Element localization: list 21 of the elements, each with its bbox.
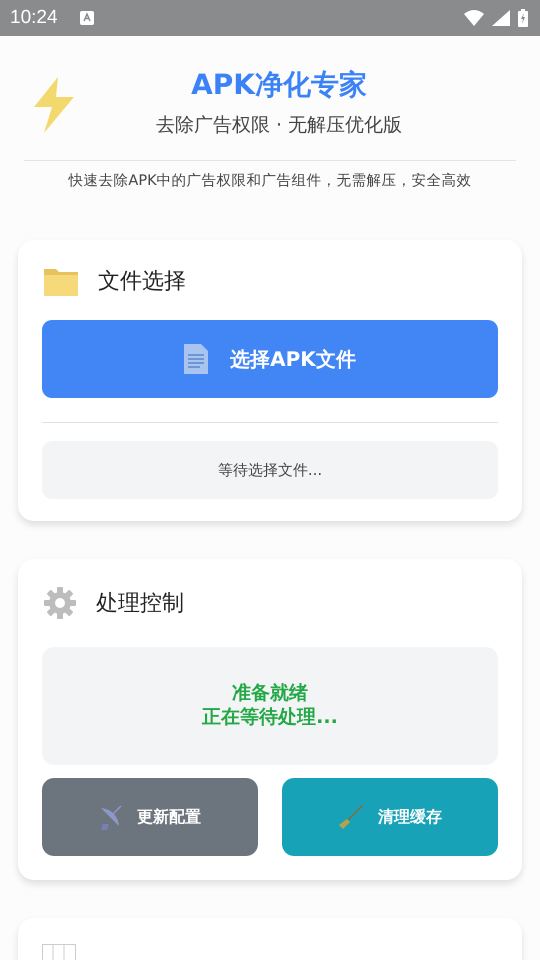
app-description: 快速去除APK中的广告权限和广告组件，无需解压，安全高效 — [67, 172, 473, 190]
select-apk-button[interactable]: 选择APK文件 — [42, 320, 498, 398]
keyboard-notification-icon — [80, 11, 94, 25]
document-icon — [184, 344, 208, 374]
status-time: 10:24 — [10, 7, 58, 29]
battery-icon — [518, 9, 528, 27]
update-config-button[interactable]: 更新配置 — [42, 778, 258, 856]
signal-icon — [492, 10, 510, 26]
app-title: APK净化专家 — [191, 67, 367, 103]
card-title: 文件选择 — [98, 268, 186, 296]
card-title: 处理控制 — [96, 590, 184, 618]
app-subtitle: 去除广告权限 · 无解压优化版 — [156, 113, 402, 138]
gear-icon — [44, 587, 76, 619]
clear-cache-button[interactable]: 清理缓存 — [282, 778, 498, 856]
satellite-dish-icon — [99, 804, 123, 830]
process-status-text: 准备就绪 正在等待处理... — [202, 682, 338, 730]
broom-icon — [338, 804, 364, 830]
folder-icon — [44, 266, 78, 296]
file-status-text: 等待选择文件... — [218, 460, 322, 480]
wifi-icon — [464, 10, 484, 26]
lightning-icon — [32, 77, 76, 133]
